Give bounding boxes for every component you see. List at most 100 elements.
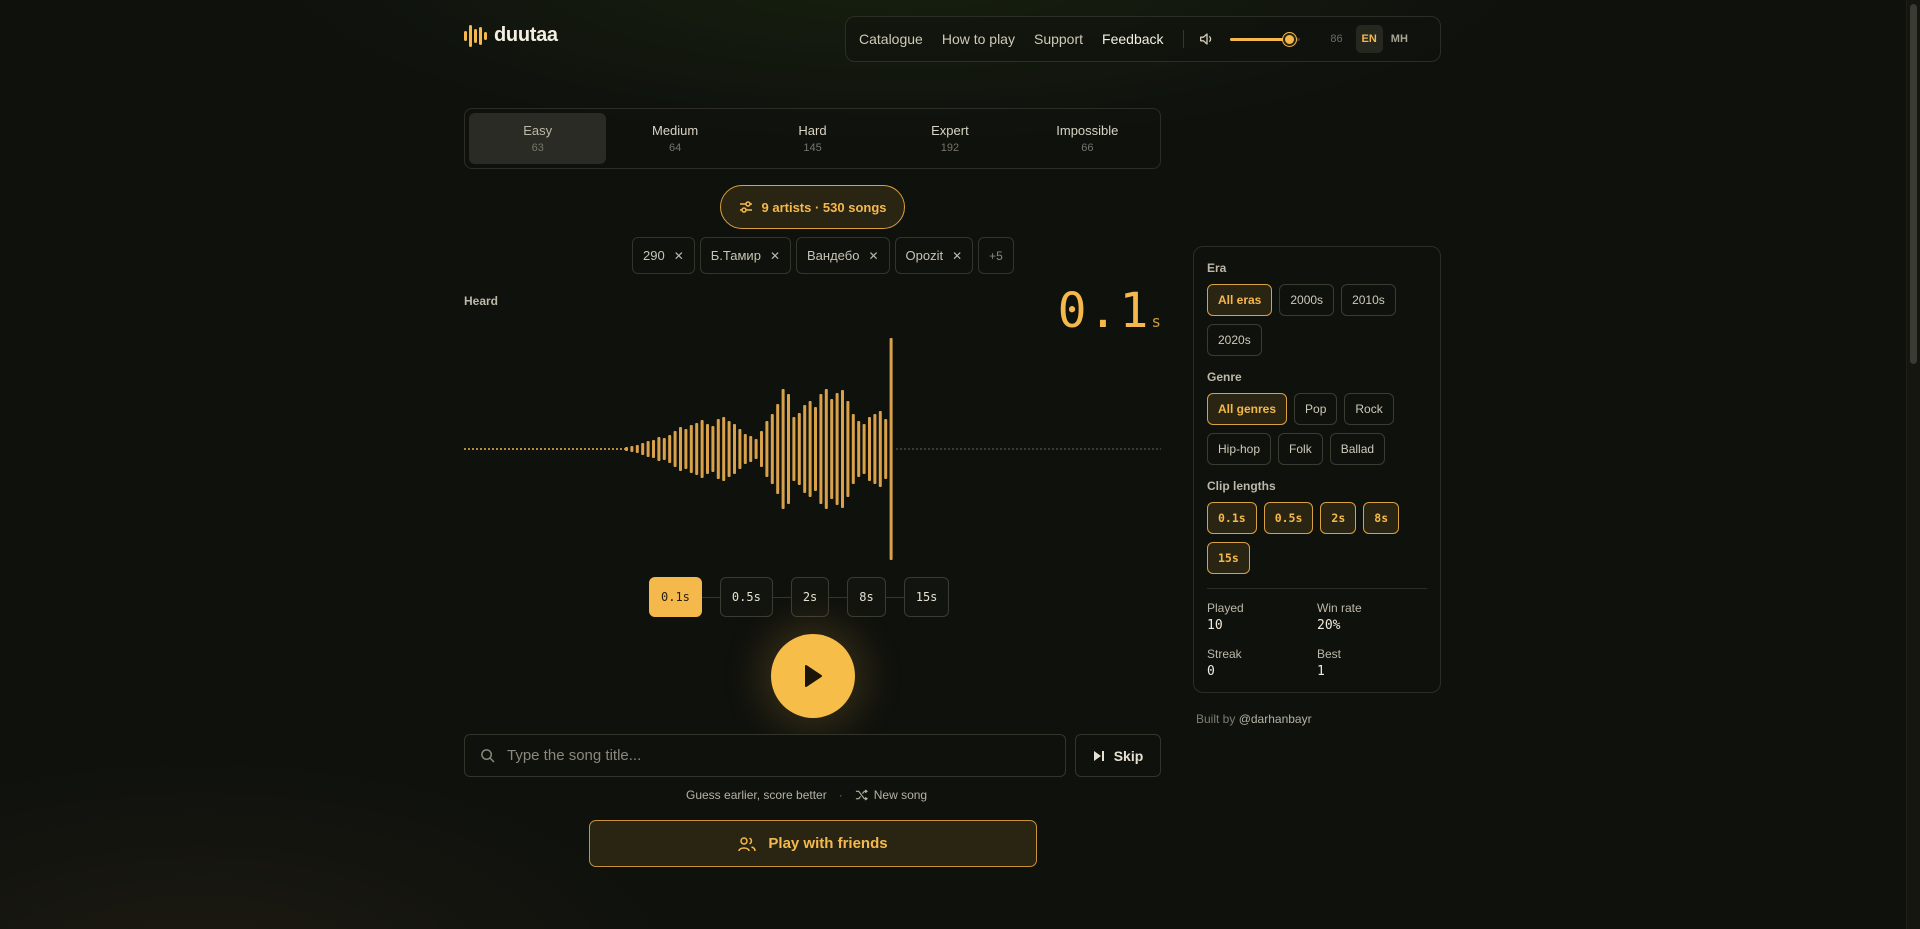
clip-step-8s[interactable]: 8s bbox=[847, 577, 886, 617]
volume-slider-knob[interactable] bbox=[1282, 33, 1296, 46]
tab-impossible[interactable]: Impossible 66 bbox=[1019, 113, 1156, 164]
close-icon[interactable]: ✕ bbox=[868, 249, 878, 263]
waveform-baseline-dot bbox=[988, 448, 990, 450]
waveform-bar bbox=[830, 399, 834, 499]
waveform-baseline-dot bbox=[512, 448, 514, 450]
clip-option-0-1s[interactable]: 0.1s bbox=[1207, 502, 1257, 534]
waveform-baseline-dot bbox=[520, 448, 522, 450]
volume-icon[interactable] bbox=[1198, 30, 1216, 48]
era-option-all[interactable]: All eras bbox=[1207, 284, 1273, 316]
waveform-bar bbox=[846, 401, 850, 497]
waveform-baseline-dot bbox=[944, 448, 946, 450]
waveform-bar bbox=[652, 440, 655, 458]
waveform-baseline-dot bbox=[1040, 448, 1042, 450]
volume-slider[interactable] bbox=[1229, 29, 1300, 49]
artist-filter-button[interactable]: 9 artists · 530 songs bbox=[720, 185, 905, 229]
waveform-baseline-dot bbox=[928, 448, 930, 450]
waveform-baseline-dot bbox=[1084, 448, 1086, 450]
waveform-baseline-dot bbox=[488, 448, 490, 450]
genre-option-folk[interactable]: Folk bbox=[1278, 433, 1323, 465]
waveform-bar bbox=[754, 439, 758, 459]
clip-option-8s[interactable]: 8s bbox=[1363, 502, 1400, 534]
genre-option-all[interactable]: All genres bbox=[1207, 393, 1288, 425]
waveform-baseline-dot bbox=[1156, 448, 1158, 450]
new-song-button[interactable]: New song bbox=[855, 788, 927, 802]
more-artists-chip[interactable]: +5 bbox=[978, 237, 1014, 274]
stat-label: Win rate bbox=[1317, 601, 1362, 615]
genre-option-ballad[interactable]: Ballad bbox=[1329, 433, 1386, 465]
song-guess-input[interactable] bbox=[507, 747, 1047, 764]
close-icon[interactable]: ✕ bbox=[952, 249, 962, 263]
clip-step-0-5s[interactable]: 0.5s bbox=[719, 577, 773, 617]
language-mn-button[interactable]: MH bbox=[1385, 25, 1414, 53]
waveform-bar bbox=[743, 434, 747, 464]
waveform-bar bbox=[857, 421, 861, 477]
clip-option-15s[interactable]: 15s bbox=[1207, 542, 1250, 574]
brand-logo[interactable]: duutaa bbox=[464, 24, 558, 47]
play-with-friends-button[interactable]: Play with friends bbox=[589, 820, 1037, 867]
waveform-baseline-dot bbox=[492, 448, 494, 450]
waveform-baseline-dot bbox=[948, 448, 950, 450]
clip-step-0-1s[interactable]: 0.1s bbox=[649, 577, 702, 617]
clip-lengths-label: Clip lengths bbox=[1207, 479, 1276, 493]
nav-catalogue[interactable]: Catalogue bbox=[859, 31, 923, 47]
scrollbar-thumb[interactable] bbox=[1910, 4, 1917, 364]
skip-button[interactable]: Skip bbox=[1075, 734, 1161, 777]
waveform-bar bbox=[668, 435, 672, 463]
waveform-bar bbox=[803, 405, 807, 493]
waveform-baseline-dot bbox=[932, 448, 934, 450]
waveform-baseline-dot bbox=[516, 448, 518, 450]
nav-feedback[interactable]: Feedback bbox=[1102, 31, 1163, 47]
close-icon[interactable]: ✕ bbox=[770, 249, 780, 263]
waveform-baseline-dot bbox=[1000, 448, 1002, 450]
waveform-baseline-dot bbox=[1032, 448, 1034, 450]
nav-divider bbox=[1182, 30, 1184, 48]
step-connector bbox=[829, 596, 848, 598]
clip-option-0-5s[interactable]: 0.5s bbox=[1263, 502, 1314, 534]
artist-chip: 290 ✕ bbox=[632, 237, 695, 274]
waveform-baseline-dot bbox=[952, 448, 954, 450]
tab-hard[interactable]: Hard 145 bbox=[744, 113, 881, 164]
page-scrollbar[interactable] bbox=[1906, 0, 1920, 929]
waveform-baseline-dot bbox=[524, 448, 526, 450]
genre-option-rock[interactable]: Rock bbox=[1344, 393, 1394, 425]
clip-step-15s[interactable]: 15s bbox=[903, 577, 950, 617]
waveform-baseline-dot bbox=[1116, 448, 1118, 450]
genre-option-pop[interactable]: Pop bbox=[1294, 393, 1338, 425]
waveform-baseline-dot bbox=[608, 448, 610, 450]
waveform-bar bbox=[706, 424, 709, 474]
era-option-2020s[interactable]: 2020s bbox=[1207, 324, 1262, 356]
stat-label: Played bbox=[1207, 601, 1244, 615]
tab-easy[interactable]: Easy 63 bbox=[469, 113, 607, 164]
waveform-baseline-dot bbox=[1008, 448, 1010, 450]
hint-separator: · bbox=[838, 788, 843, 802]
waveform-bar bbox=[673, 431, 677, 467]
waveform-baseline-dot bbox=[912, 448, 914, 450]
top-navigation: Catalogue How to play Support Feedback 8… bbox=[845, 16, 1441, 62]
step-connector bbox=[772, 596, 791, 598]
nav-support[interactable]: Support bbox=[1034, 31, 1083, 47]
song-guess-field[interactable] bbox=[464, 734, 1066, 777]
waveform-baseline-dot bbox=[532, 448, 534, 450]
waveform-bar bbox=[760, 431, 763, 467]
waveform-baseline-dot bbox=[548, 448, 550, 450]
clip-option-2s[interactable]: 2s bbox=[1320, 502, 1357, 534]
clip-step-2s[interactable]: 2s bbox=[790, 577, 830, 617]
waveform-bar bbox=[689, 425, 693, 473]
waveform-baseline-dot bbox=[1096, 448, 1098, 450]
tab-medium[interactable]: Medium 64 bbox=[606, 113, 743, 164]
waveform-baseline-dot bbox=[1020, 448, 1022, 450]
nav-how-to-play[interactable]: How to play bbox=[942, 31, 1015, 47]
era-option-2010s[interactable]: 2010s bbox=[1341, 284, 1396, 316]
waveform-bar bbox=[770, 414, 774, 484]
language-en-button[interactable]: EN bbox=[1355, 25, 1383, 53]
waveform-baseline-dot bbox=[940, 448, 942, 450]
close-icon[interactable]: ✕ bbox=[674, 249, 684, 263]
genre-option-hip-hop[interactable]: Hip-hop bbox=[1207, 433, 1272, 465]
era-option-2000s[interactable]: 2000s bbox=[1279, 284, 1335, 316]
tab-count: 145 bbox=[803, 142, 822, 154]
waveform-bar bbox=[657, 437, 661, 461]
play-button[interactable] bbox=[771, 634, 855, 718]
tab-expert[interactable]: Expert 192 bbox=[881, 113, 1018, 164]
credit-handle-link[interactable]: @darhanbayr bbox=[1239, 712, 1312, 726]
